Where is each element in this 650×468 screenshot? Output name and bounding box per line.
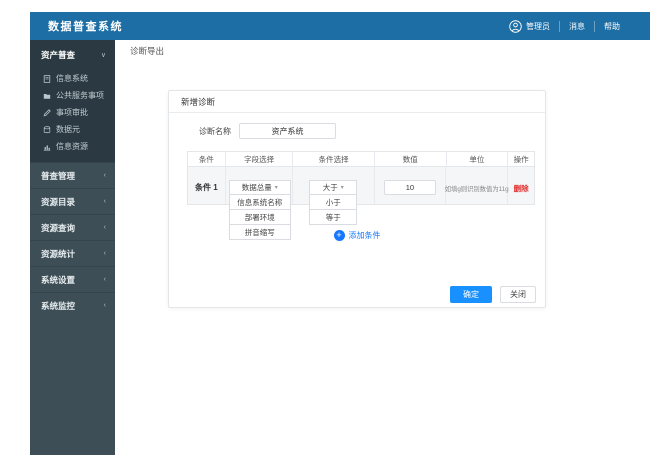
- add-condition-label: 添加条件: [348, 231, 381, 240]
- operation-cell: 删除: [508, 167, 534, 204]
- chevron-down-icon: ▾: [274, 185, 278, 191]
- sidebar-group-label: 资源查询: [41, 222, 76, 233]
- table-header-row: 条件 字段选择 条件选择 数值 单位 操作: [187, 151, 535, 167]
- condition-row-label-cell: 条件 1: [188, 167, 226, 204]
- delete-condition-link[interactable]: 删除: [514, 183, 529, 194]
- condition-option-equal[interactable]: 等于: [309, 210, 358, 225]
- chevron-down-icon: ▾: [340, 185, 344, 191]
- divider: [594, 20, 595, 32]
- add-diagnosis-dialog: 新增诊断 诊断名称 条件 字段选择 条件选择 数值 单位 操作 条件 1: [168, 90, 546, 308]
- col-header-unit: 单位: [447, 152, 509, 166]
- field-option-deploy-env[interactable]: 部署环境: [228, 210, 291, 225]
- sidebar-group-resource-catalog[interactable]: 资源目录 ‹: [30, 188, 115, 214]
- divider: [559, 20, 560, 32]
- chart-icon: [43, 144, 51, 151]
- sidebar-group-census-management[interactable]: 普查管理 ‹: [30, 162, 115, 188]
- top-header-bar: 数据普查系统 管理员 消息 帮助: [30, 12, 650, 40]
- sidebar-item-label: 事项审批: [56, 108, 88, 117]
- sidebar-item-label: 公共服务事项: [56, 91, 104, 100]
- condition-select-dropdown: 大于 ▾ 小于 等于: [309, 180, 358, 225]
- field-select-trigger[interactable]: 数据总量 ▾: [228, 180, 291, 195]
- col-header-field-select: 字段选择: [226, 152, 294, 166]
- edit-icon: [43, 108, 51, 116]
- table-row: 条件 1 数据总量 ▾ 信息系统名称 部署环境 拼音缩写 大于 ▾ 小于 等于 …: [187, 167, 535, 240]
- condition-option-less-than[interactable]: 小于: [309, 195, 358, 210]
- chevron-left-icon: ‹: [103, 172, 106, 179]
- header-actions: 管理员 消息 帮助: [509, 19, 620, 33]
- avatar-icon: [509, 19, 522, 33]
- help-link[interactable]: 帮助: [604, 21, 620, 32]
- col-header-condition: 条件: [188, 152, 226, 166]
- sidebar-item-information-system[interactable]: 信息系统: [30, 70, 115, 87]
- unit-cell: 如填g则识别数值为11g: [444, 167, 509, 204]
- sidebar-group-system-monitoring[interactable]: 系统监控 ‹: [30, 292, 115, 318]
- diagnosis-name-row: 诊断名称: [169, 123, 545, 139]
- sidebar-group-system-settings[interactable]: 系统设置 ‹: [30, 266, 115, 292]
- user-name: 管理员: [526, 21, 550, 31]
- col-header-operation: 操作: [513, 154, 529, 164]
- condition-row-label: 条件 1: [195, 183, 218, 192]
- chevron-left-icon: ‹: [103, 302, 106, 309]
- sidebar-group-label: 系统监控: [41, 300, 76, 311]
- value-input[interactable]: [383, 180, 436, 195]
- messages-link[interactable]: 消息: [569, 21, 585, 32]
- sidebar-item-data-element[interactable]: 数据元: [30, 121, 115, 138]
- chevron-left-icon: ‹: [103, 276, 106, 283]
- chevron-left-icon: ‹: [103, 198, 106, 205]
- field-select-dropdown: 数据总量 ▾ 信息系统名称 部署环境 拼音缩写: [228, 180, 291, 240]
- value-cell: [375, 167, 447, 204]
- confirm-button[interactable]: 确定: [450, 286, 492, 303]
- field-select-value: 数据总量: [241, 183, 272, 192]
- database-icon: [43, 125, 51, 133]
- sidebar-group-label: 资源统计: [41, 248, 76, 259]
- dialog-footer: 确定 关闭: [450, 286, 536, 303]
- sidebar: 资产普查 ∨ 信息系统 公共服务事项 事项审批 数据元 信息资源 普查管理 ‹ …: [30, 40, 115, 455]
- folder-icon: [43, 93, 51, 99]
- sidebar-group-label: 资源目录: [41, 196, 76, 207]
- main-content: 诊断导出 新增诊断 诊断名称 条件 字段选择 条件选择 数值 单位 操作: [115, 40, 650, 455]
- condition-select-value: 大于: [322, 183, 338, 192]
- condition-select-trigger[interactable]: 大于 ▾: [309, 180, 358, 195]
- sidebar-item-label: 数据元: [56, 125, 80, 134]
- conditions-table: 条件 字段选择 条件选择 数值 单位 操作 条件 1 数据总量 ▾ 信息系统名称…: [187, 151, 535, 240]
- chevron-left-icon: ‹: [103, 224, 106, 231]
- sidebar-item-information-resources[interactable]: 信息资源: [30, 138, 115, 155]
- condition-select-cell: 大于 ▾ 小于 等于: [293, 167, 375, 225]
- sidebar-group-label: 系统设置: [41, 274, 76, 285]
- plus-circle-icon: +: [333, 230, 345, 241]
- sidebar-group-label: 普查管理: [41, 170, 76, 181]
- sidebar-item-public-service-items[interactable]: 公共服务事项: [30, 87, 115, 104]
- field-option-pinyin-abbr[interactable]: 拼音缩写: [228, 225, 291, 240]
- unit-hint-text: 如填g则识别数值为11g: [444, 186, 509, 193]
- dialog-title: 新增诊断: [169, 91, 545, 113]
- sidebar-item-item-approval[interactable]: 事项审批: [30, 104, 115, 121]
- sidebar-group-label: 资产普查: [41, 50, 76, 60]
- user-menu[interactable]: 管理员: [509, 19, 550, 33]
- field-select-cell: 数据总量 ▾ 信息系统名称 部署环境 拼音缩写: [226, 167, 294, 240]
- chevron-down-icon: ∨: [100, 52, 106, 59]
- sidebar-group-asset-census: 资产普查 ∨ 信息系统 公共服务事项 事项审批 数据元 信息资源: [30, 40, 115, 162]
- field-option-info-system-name[interactable]: 信息系统名称: [228, 195, 291, 210]
- add-condition-button[interactable]: + 添加条件: [169, 230, 545, 241]
- sidebar-group-resource-statistics[interactable]: 资源统计 ‹: [30, 240, 115, 266]
- document-icon: [43, 74, 51, 83]
- app-window: 数据普查系统 管理员 消息 帮助 资产普查 ∨ 信息系统 公共服务事项 事项审批…: [30, 12, 650, 455]
- diagnosis-name-input[interactable]: [239, 123, 336, 139]
- sidebar-group-header-asset-census[interactable]: 资产普查 ∨: [30, 40, 115, 70]
- sidebar-item-label: 信息资源: [56, 142, 88, 151]
- sidebar-item-label: 信息系统: [56, 74, 88, 83]
- breadcrumb: 诊断导出: [130, 46, 165, 56]
- col-header-condition-select: 条件选择: [293, 152, 375, 166]
- chevron-left-icon: ‹: [103, 250, 106, 257]
- diagnosis-name-label: 诊断名称: [199, 126, 231, 136]
- close-button[interactable]: 关闭: [500, 286, 536, 303]
- sidebar-group-resource-query[interactable]: 资源查询 ‹: [30, 214, 115, 240]
- col-header-value: 数值: [375, 152, 447, 166]
- app-title: 数据普查系统: [48, 21, 123, 33]
